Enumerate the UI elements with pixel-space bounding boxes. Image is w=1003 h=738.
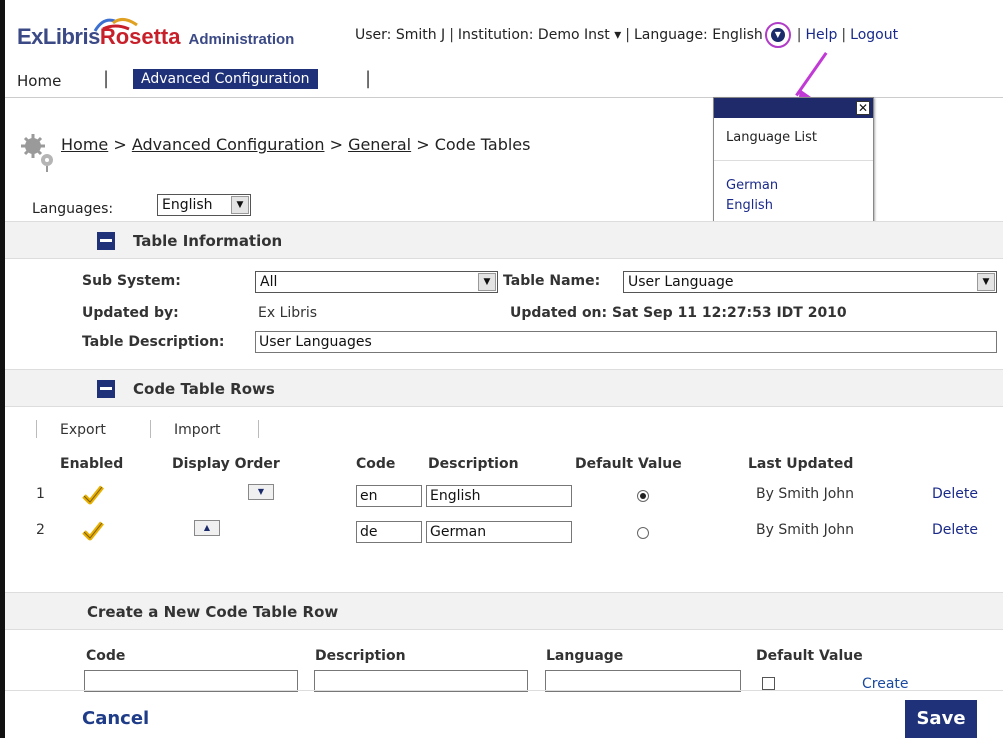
- breadcrumb-home[interactable]: Home: [61, 135, 108, 154]
- description-field[interactable]: German: [426, 521, 572, 543]
- column-last-updated: Last Updated: [748, 456, 854, 472]
- languages-label: Languages:: [32, 201, 114, 217]
- language-label: Language: English: [633, 27, 763, 43]
- new-description-input[interactable]: [314, 670, 528, 692]
- help-link[interactable]: Help: [806, 27, 838, 43]
- column-code: Code: [356, 456, 396, 472]
- logout-link[interactable]: Logout: [850, 27, 898, 43]
- nav-advanced-configuration[interactable]: Advanced Configuration: [133, 69, 318, 89]
- user-toolbar: User: Smith J | Institution: Demo Inst ▾ | L…: [355, 22, 898, 48]
- collapse-icon[interactable]: [97, 232, 115, 250]
- table-information-section: Table Information: [5, 221, 1003, 259]
- chevron-down-icon: ▼: [478, 273, 496, 291]
- close-icon[interactable]: ✕: [856, 101, 870, 115]
- code-field[interactable]: de: [356, 521, 422, 543]
- enabled-check-icon[interactable]: [82, 521, 104, 541]
- updated-on: Updated on: Sat Sep 11 12:27:53 IDT 2010: [510, 305, 847, 321]
- last-updated: By Smith John: [756, 522, 855, 538]
- table-name-select[interactable]: User Language ▼: [623, 271, 997, 293]
- default-radio[interactable]: [637, 527, 649, 539]
- table-description-field[interactable]: User Languages: [255, 331, 997, 353]
- new-language-input[interactable]: [545, 670, 741, 692]
- breadcrumb-general[interactable]: General: [348, 135, 411, 154]
- column-default-value: Default Value: [575, 456, 682, 472]
- table-information-title: Table Information: [133, 232, 283, 250]
- row-number: 1: [36, 486, 45, 502]
- logo-administration: Administration: [188, 31, 295, 48]
- institution-caret[interactable]: ▾: [614, 27, 621, 43]
- breadcrumb: Home > Advanced Configuration > General …: [61, 135, 531, 154]
- create-row-section: Create a New Code Table Row: [5, 592, 1003, 630]
- app-logo[interactable]: ExLibrisRosetta Administration: [17, 24, 294, 50]
- enabled-check-icon[interactable]: [82, 485, 104, 505]
- popup-title: Language List: [726, 130, 818, 145]
- chevron-down-icon: ▼: [977, 273, 995, 291]
- popup-item-english[interactable]: English: [726, 198, 773, 213]
- logo-exlibris: ExLibris: [17, 24, 100, 49]
- default-radio[interactable]: [637, 490, 649, 502]
- chevron-down-icon: ▼: [770, 28, 785, 42]
- new-language-label: Language: [546, 648, 624, 664]
- breadcrumb-current: Code Tables: [434, 135, 531, 154]
- collapse-icon[interactable]: [97, 380, 115, 398]
- code-table-rows-section: Code Table Rows: [5, 369, 1003, 407]
- new-description-label: Description: [315, 648, 406, 664]
- code-table-rows-title: Code Table Rows: [133, 380, 275, 398]
- row-number: 2: [36, 522, 45, 538]
- table-description-label: Table Description:: [82, 334, 225, 350]
- nav-home[interactable]: Home: [17, 72, 61, 90]
- language-dropdown-button[interactable]: ▼: [764, 22, 791, 48]
- languages-select[interactable]: English ▼: [157, 194, 251, 216]
- table-name-label: Table Name:: [503, 273, 601, 289]
- export-button[interactable]: Export: [60, 422, 106, 438]
- cancel-button[interactable]: Cancel: [82, 708, 149, 729]
- language-list-popup: ✕ Language List German English: [713, 97, 874, 223]
- create-row-title: Create a New Code Table Row: [87, 603, 339, 621]
- institution-selector[interactable]: Institution: Demo Inst: [458, 27, 610, 43]
- move-down-button[interactable]: ▼: [248, 484, 274, 500]
- chevron-down-icon: ▼: [231, 196, 249, 214]
- popup-item-german[interactable]: German: [726, 178, 778, 193]
- sub-system-label: Sub System:: [82, 273, 181, 289]
- column-display-order: Display Order: [172, 456, 280, 472]
- column-enabled: Enabled: [60, 456, 124, 472]
- new-default-checkbox[interactable]: [762, 677, 775, 690]
- logo-rosetta: Rosetta: [99, 24, 181, 49]
- column-description: Description: [428, 456, 519, 472]
- updated-by-value: Ex Libris: [258, 305, 318, 321]
- new-code-input[interactable]: [84, 670, 298, 692]
- new-default-label: Default Value: [756, 648, 863, 664]
- new-code-label: Code: [86, 648, 126, 664]
- user-label: User: Smith J: [355, 27, 446, 43]
- updated-by-label: Updated by:: [82, 305, 179, 321]
- code-field[interactable]: en: [356, 485, 422, 507]
- sub-system-select[interactable]: All ▼: [255, 271, 498, 293]
- last-updated: By Smith John: [756, 486, 855, 502]
- import-button[interactable]: Import: [174, 422, 220, 438]
- gear-icon: [21, 134, 53, 172]
- save-button[interactable]: Save: [905, 700, 977, 738]
- delete-link[interactable]: Delete: [932, 486, 978, 502]
- delete-link[interactable]: Delete: [932, 522, 978, 538]
- main-nav: Home | Advanced Configuration |: [5, 60, 1003, 98]
- move-up-button[interactable]: ▲: [194, 520, 220, 536]
- description-field[interactable]: English: [426, 485, 572, 507]
- popup-header: ✕: [714, 98, 873, 118]
- breadcrumb-advanced[interactable]: Advanced Configuration: [132, 135, 325, 154]
